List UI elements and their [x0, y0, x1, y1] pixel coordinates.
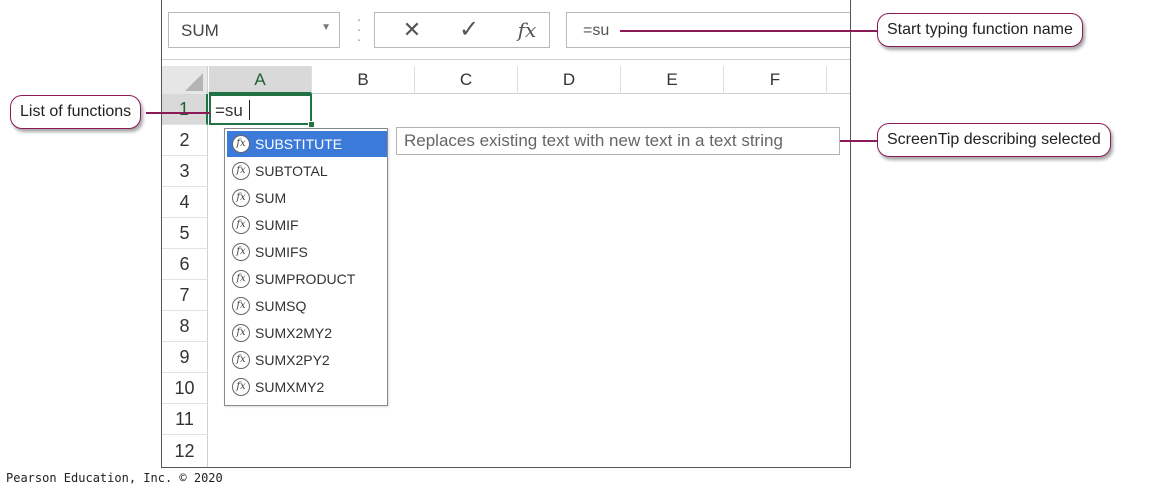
- fx-icon[interactable]: fx: [505, 12, 549, 48]
- list-item-label: SUMPRODUCT: [255, 271, 356, 287]
- list-item[interactable]: fx SUMX2PY2: [227, 347, 387, 373]
- list-item[interactable]: fx SUM: [227, 185, 387, 211]
- function-icon: fx: [232, 216, 250, 234]
- list-item-label: SUBSTITUTE: [255, 136, 343, 152]
- name-box-value: SUM: [181, 21, 219, 40]
- callout-line-start-typing: [620, 30, 878, 32]
- function-icon: fx: [232, 189, 250, 207]
- list-item-label: SUMXMY2: [255, 379, 325, 395]
- active-cell-value: =su: [215, 101, 243, 120]
- row-header-5[interactable]: 5: [162, 218, 208, 249]
- screentip: Replaces existing text with new text in …: [396, 127, 840, 155]
- row-header-2[interactable]: 2: [162, 125, 208, 156]
- checkmark-icon[interactable]: ✓: [447, 12, 491, 48]
- callout-list-of-functions: List of functions: [10, 95, 142, 129]
- fill-handle[interactable]: [308, 121, 315, 128]
- select-all-button[interactable]: [162, 66, 208, 94]
- list-item-label: SUMIFS: [255, 244, 308, 260]
- close-icon[interactable]: ✕: [390, 12, 434, 48]
- callout-start-typing: Start typing function name: [877, 13, 1083, 47]
- column-header-c[interactable]: C: [415, 66, 518, 94]
- name-box[interactable]: SUM ▼: [168, 12, 340, 48]
- text-cursor: [249, 100, 250, 120]
- column-header-b[interactable]: B: [312, 66, 415, 94]
- list-item-label: SUBTOTAL: [255, 163, 328, 179]
- column-header-e[interactable]: E: [621, 66, 724, 94]
- list-item-label: SUMIF: [255, 217, 299, 233]
- callout-line-list-of-functions: [146, 112, 210, 114]
- column-header-bar: A B C D E F: [162, 66, 850, 94]
- excel-window: SUM ▼ · · · ✕ ✓ fx =su A B C D E F 1 2 3 4…: [161, 0, 851, 468]
- list-item[interactable]: fx SUMSQ: [227, 293, 387, 319]
- callout-screentip: ScreenTip describing selected: [877, 123, 1111, 157]
- column-header-d[interactable]: D: [518, 66, 621, 94]
- list-item[interactable]: fx SUMIF: [227, 212, 387, 238]
- column-header-a[interactable]: A: [209, 66, 312, 94]
- function-icon: fx: [232, 243, 250, 261]
- list-item[interactable]: fx SUBSTITUTE: [227, 131, 387, 157]
- row-header-11[interactable]: 11: [162, 404, 208, 435]
- function-icon: fx: [232, 162, 250, 180]
- list-item[interactable]: fx SUMPRODUCT: [227, 266, 387, 292]
- callout-line-screentip: [840, 140, 878, 142]
- active-cell-a1[interactable]: =su: [209, 94, 315, 128]
- row-header-4[interactable]: 4: [162, 187, 208, 218]
- row-header-10[interactable]: 10: [162, 373, 208, 404]
- function-icon: fx: [232, 297, 250, 315]
- copyright-credit: Pearson Education, Inc. © 2020: [6, 471, 223, 485]
- formula-text: =su: [583, 22, 610, 39]
- column-header-f[interactable]: F: [724, 66, 827, 94]
- row-header-3[interactable]: 3: [162, 156, 208, 187]
- function-autocomplete-list: fx SUBSTITUTE fx SUBTOTAL fx SUM fx SUMI…: [224, 128, 388, 406]
- chevron-down-icon[interactable]: ▼: [321, 22, 331, 33]
- list-item[interactable]: fx SUMX2MY2: [227, 320, 387, 346]
- drag-handle-icon[interactable]: · · ·: [355, 12, 363, 47]
- list-item[interactable]: fx SUMXMY2: [227, 374, 387, 400]
- list-item-label: SUMX2PY2: [255, 352, 330, 368]
- row-header-1[interactable]: 1: [162, 94, 208, 125]
- row-header-8[interactable]: 8: [162, 311, 208, 342]
- function-icon: fx: [232, 378, 250, 396]
- function-icon: fx: [232, 324, 250, 342]
- function-icon: fx: [232, 270, 250, 288]
- function-icon: fx: [232, 351, 250, 369]
- row-header-12[interactable]: 12: [162, 435, 208, 467]
- row-header-9[interactable]: 9: [162, 342, 208, 373]
- row-header-6[interactable]: 6: [162, 249, 208, 280]
- row-header-7[interactable]: 7: [162, 280, 208, 311]
- list-item-label: SUMX2MY2: [255, 325, 333, 341]
- list-item-label: SUMSQ: [255, 298, 307, 314]
- function-icon: fx: [232, 135, 250, 153]
- list-item[interactable]: fx SUBTOTAL: [227, 158, 387, 184]
- list-item-label: SUM: [255, 190, 287, 206]
- list-item[interactable]: fx SUMIFS: [227, 239, 387, 265]
